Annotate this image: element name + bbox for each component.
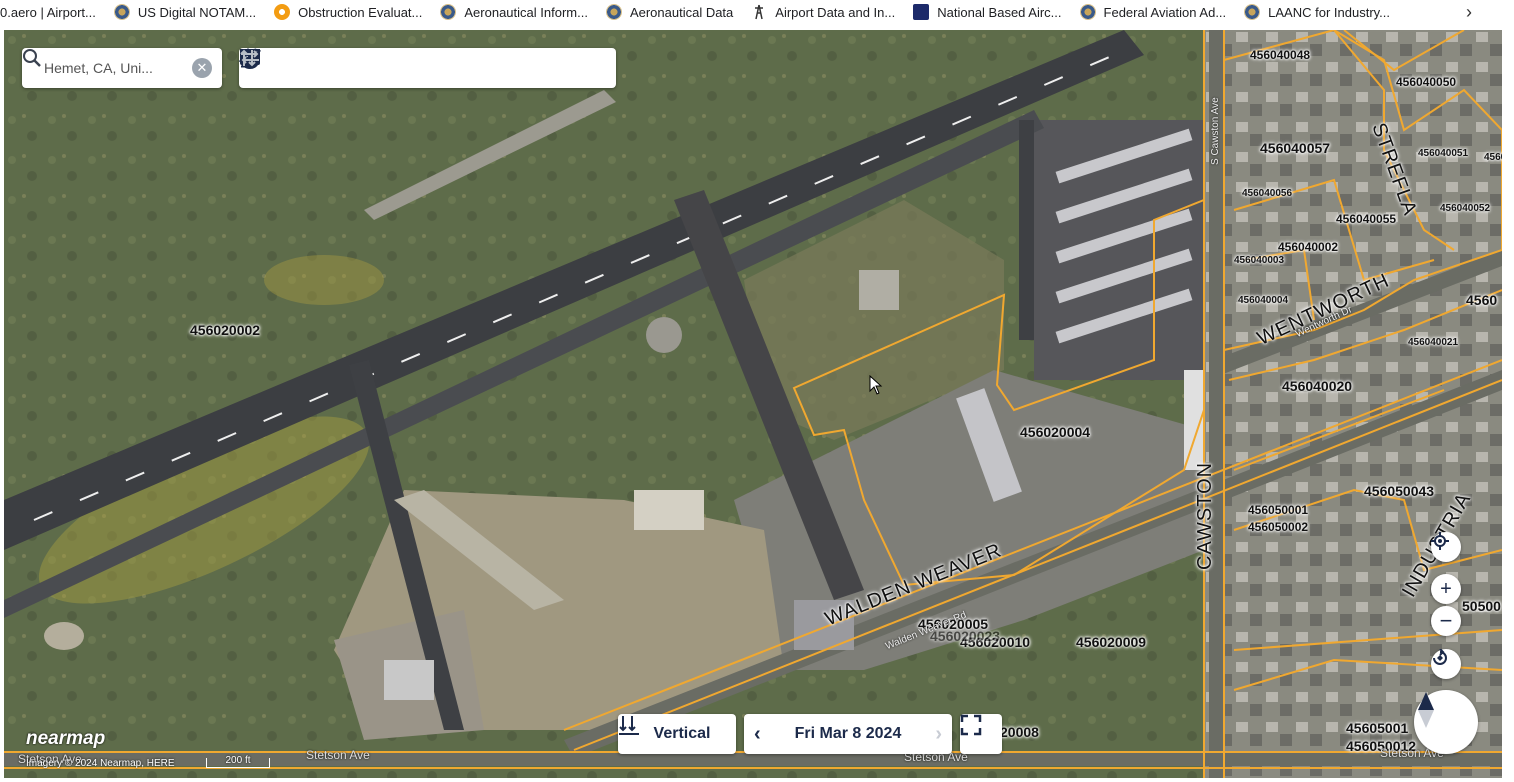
faa-seal-icon [113, 4, 130, 20]
date-navigator: ‹ Fri Mar 8 2024 › [744, 714, 952, 754]
parcel-label: 456050001 [1248, 503, 1309, 517]
scale-bar: 200 ft [206, 756, 270, 768]
faa-seal-icon [440, 4, 457, 20]
chevron-right-icon[interactable]: › [935, 723, 942, 746]
parcel-label: 456040004 [1238, 295, 1289, 306]
zoom-out-button[interactable]: − [1431, 606, 1461, 636]
bookmark-label: Federal Aviation Ad... [1103, 4, 1227, 20]
zoom-in-button[interactable]: + [1431, 574, 1461, 604]
bookmark-9[interactable]: LAANC for Industry... [1244, 4, 1390, 20]
rotate-icon[interactable] [1431, 649, 1461, 679]
bookmark-1[interactable]: 0.aero | Airport... [0, 5, 96, 20]
tower-icon [751, 4, 767, 20]
parcel-label: 456040051 [1418, 148, 1469, 159]
bookmark-label: 0.aero | Airport... [0, 4, 96, 20]
parcel-label: 456040050 [1396, 75, 1457, 89]
faa-seal-icon [1244, 4, 1261, 20]
orange-globe-icon [274, 4, 291, 20]
drawing-toolbar [239, 48, 616, 88]
compass-icon[interactable] [1414, 690, 1478, 754]
bookmark-label: Aeronautical Data [629, 4, 734, 20]
swap-icon[interactable] [241, 50, 604, 82]
bookmark-7[interactable]: National Based Airc... [913, 4, 1062, 20]
parcel-label: 456020009 [1076, 634, 1147, 650]
faa-seal-icon [1079, 4, 1096, 20]
bookmark-label: Airport Data and In... [775, 4, 896, 20]
bookmark-8[interactable]: Federal Aviation Ad... [1079, 4, 1227, 20]
bookmark-label: National Based Airc... [937, 4, 1062, 20]
clear-search-icon[interactable]: ✕ [192, 58, 212, 78]
bookmarks-bar: 0.aero | Airport... US Digital NOTAM... … [0, 0, 1514, 24]
nbaa-icon [913, 4, 930, 20]
parcel-label: 456040055 [1336, 212, 1397, 226]
faa-seal-icon [605, 4, 622, 20]
parcel-label: 456040020 [1282, 378, 1353, 394]
bookmark-6[interactable]: Airport Data and In... [751, 4, 895, 20]
bookmark-2[interactable]: US Digital NOTAM... [113, 4, 257, 20]
parcel-label: 456040003 [1234, 255, 1285, 266]
view-mode-label: Vertical [653, 725, 711, 742]
parcel-label: 456040002 [1278, 240, 1339, 254]
location-search[interactable]: Hemet, CA, Uni... ✕ [22, 48, 222, 88]
parcel-label: 456040048 [1250, 48, 1311, 62]
parcel-label: 456040052 [1440, 203, 1491, 214]
parcel-label: 456050002 [1248, 520, 1309, 534]
parcel-label: 45605001 [1346, 720, 1409, 736]
bookmark-label: LAANC for Industry... [1268, 4, 1391, 20]
search-input[interactable]: Hemet, CA, Uni... [44, 60, 192, 76]
polygon-icon[interactable] [241, 48, 441, 82]
parcel-label: 456040057 [1260, 140, 1331, 156]
parcel-label: 456020004 [1020, 424, 1091, 440]
parcel-label: 456050043 [1364, 483, 1435, 499]
rectangle-icon[interactable] [240, 49, 482, 82]
parcel-label: 456020002 [190, 322, 261, 338]
bookmark-label: Aeronautical Inform... [464, 4, 588, 20]
chevron-right-icon[interactable]: › [1466, 2, 1472, 23]
capture-date[interactable]: Fri Mar 8 2024 [795, 725, 902, 743]
parcel-label: 4560 [1466, 292, 1498, 308]
parcel-label: 50500 [1462, 598, 1501, 614]
bookmark-label: Obstruction Evaluat... [298, 4, 423, 20]
nearmap-logo: nearmap [26, 728, 106, 749]
bookmark-4[interactable]: Aeronautical Inform... [440, 4, 588, 20]
locate-icon[interactable] [1431, 532, 1461, 562]
circle-icon[interactable] [240, 49, 523, 82]
text-icon[interactable] [241, 48, 360, 82]
parcel-label: 456040056 [1242, 188, 1293, 199]
parcel-label: 4560 [1484, 152, 1502, 163]
chevron-left-icon[interactable]: ‹ [754, 723, 761, 746]
camera-icon[interactable] [240, 49, 320, 82]
bookmark-5[interactable]: Aeronautical Data [605, 4, 734, 20]
imagery-attribution: Imagery © 2024 Nearmap, HERE [26, 758, 175, 769]
bookmark-label: US Digital NOTAM... [137, 4, 257, 20]
map-view[interactable]: 456020002 456020004 456040048 456040050 … [4, 30, 1502, 778]
street-label: S Cawston Ave [1210, 97, 1221, 165]
polyline-icon[interactable] [239, 49, 401, 82]
view-mode-button[interactable]: Vertical [618, 714, 736, 754]
street-label: CAWSTON [1194, 461, 1216, 570]
height-icon[interactable] [240, 49, 563, 82]
parcel-label: 20008 [1000, 724, 1039, 740]
bookmark-3[interactable]: Obstruction Evaluat... [274, 4, 422, 20]
fullscreen-icon[interactable] [960, 714, 1002, 754]
parcel-label: 456040021 [1408, 337, 1459, 348]
street-label: Stetson Ave [306, 748, 370, 762]
